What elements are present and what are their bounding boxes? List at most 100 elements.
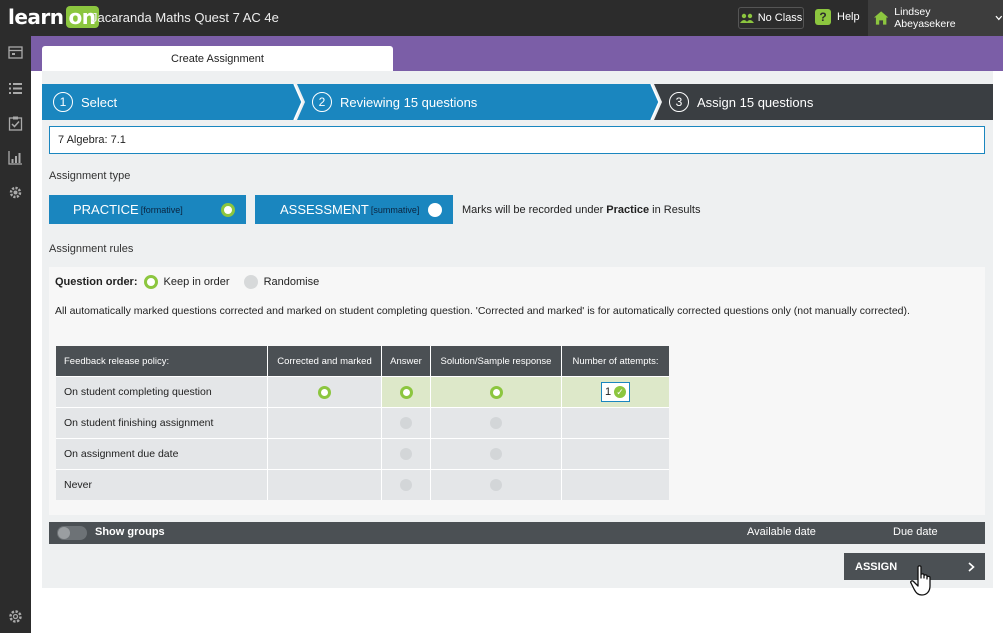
help-icon: ? [815, 9, 831, 25]
logo-learn-text: learn [8, 5, 64, 29]
step-progress: 1 Select 2 Reviewing 15 questions 3 Assi… [42, 84, 993, 120]
assessment-type-button[interactable]: ASSESSMENT [summative] [255, 195, 453, 224]
table-row: On student finishing assignment [56, 407, 669, 439]
attempts-cell [561, 438, 669, 470]
chevron-down-icon [995, 15, 1003, 21]
corrected-cell[interactable] [267, 376, 382, 408]
feedback-release-table: Feedback release policy: Corrected and m… [56, 346, 669, 500]
step-assign[interactable]: 3 Assign 15 questions [669, 84, 813, 120]
marks-note-prefix: Marks will be recorded under [462, 204, 604, 216]
toggle-knob [58, 527, 70, 539]
question-order-label: Question order: [55, 276, 138, 288]
row-label: Never [56, 469, 268, 500]
table-row: On assignment due date [56, 438, 669, 470]
selection-value: 7 Algebra: 7.1 [58, 134, 126, 146]
calendar-icon[interactable] [8, 45, 23, 60]
assign-label: ASSIGN [855, 560, 898, 573]
attempts-select[interactable]: 1 ✓ [600, 382, 631, 402]
checklist-icon[interactable] [8, 116, 23, 131]
group-people-icon [739, 13, 754, 23]
groups-bar: Show groups Available date Due date [49, 522, 985, 544]
tab-create-assignment[interactable]: Create Assignment [42, 46, 393, 71]
help-label: Help [837, 11, 860, 23]
solution-radio[interactable] [489, 385, 503, 399]
assignment-rules-heading: Assignment rules [49, 243, 134, 255]
table-row: On student completing question 1 ✓ [56, 376, 669, 408]
row-label: On student finishing assignment [56, 407, 268, 439]
assignment-rules-box: Question order: Keep in order Randomise … [49, 267, 985, 515]
corrected-radio[interactable] [318, 385, 331, 399]
attempts-cell [561, 407, 669, 439]
randomise-label[interactable]: Randomise [264, 276, 320, 288]
gear-icon[interactable] [8, 609, 23, 624]
due-date-header: Due date [893, 526, 938, 538]
no-class-button[interactable]: No Class [738, 7, 804, 29]
solution-radio[interactable] [490, 417, 502, 430]
assignment-type-heading: Assignment type [49, 170, 131, 182]
solution-radio[interactable] [490, 448, 502, 461]
attempts-cell[interactable]: 1 ✓ [561, 376, 669, 408]
answer-radio[interactable] [400, 479, 412, 492]
check-icon: ✓ [614, 386, 627, 398]
header-attempts: Number of attempts: [561, 346, 669, 377]
corrected-cell [267, 407, 382, 439]
show-groups-toggle[interactable] [57, 526, 87, 540]
header-answer: Answer [381, 346, 431, 377]
randomise-radio[interactable] [243, 275, 258, 289]
practice-type-button[interactable]: PRACTICE [formative] [49, 195, 246, 224]
app-title: Jacaranda Maths Quest 7 AC 4e [91, 10, 279, 25]
create-assignment-panel: 1 Select 2 Reviewing 15 questions 3 Assi… [42, 71, 993, 596]
top-bar: learn on Jacaranda Maths Quest 7 AC 4e N… [0, 0, 1003, 36]
assessment-radio[interactable] [428, 202, 442, 217]
show-groups-label: Show groups [95, 526, 165, 538]
step-3-number: 3 [669, 92, 689, 112]
solution-cell[interactable] [430, 469, 562, 500]
table-row: Never [56, 469, 669, 500]
solution-cell[interactable] [430, 438, 562, 470]
available-date-header: Available date [747, 526, 816, 538]
settings-cog-icon[interactable] [8, 185, 23, 200]
header-corrected-marked: Corrected and marked [267, 346, 382, 377]
step-2-label: Reviewing 15 questions [340, 94, 478, 110]
keep-in-order-label[interactable]: Keep in order [164, 276, 230, 288]
chart-icon[interactable] [8, 150, 23, 165]
step-select[interactable]: 1 Select [53, 84, 117, 120]
step-3-label: Assign 15 questions [697, 94, 814, 110]
header-solution: Solution/Sample response [430, 346, 562, 377]
hand-cursor-icon [910, 565, 931, 596]
marks-note-suffix: in Results [652, 204, 701, 216]
keep-in-order-radio[interactable] [143, 275, 158, 289]
table-header-row: Feedback release policy: Corrected and m… [56, 346, 669, 377]
header-feedback-policy: Feedback release policy: [56, 346, 268, 377]
answer-cell[interactable] [381, 407, 431, 439]
answer-cell[interactable] [381, 438, 431, 470]
answer-cell[interactable] [381, 469, 431, 500]
question-order-row: Question order: Keep in order Randomise [55, 275, 319, 289]
answer-cell[interactable] [381, 376, 431, 408]
home-icon [874, 11, 889, 25]
no-class-label: No Class [757, 12, 803, 24]
solution-cell[interactable] [430, 407, 562, 439]
list-icon[interactable] [8, 81, 23, 96]
row-label: On assignment due date [56, 438, 268, 470]
solution-radio[interactable] [490, 479, 502, 492]
marks-note-bold: Practice [606, 204, 650, 216]
corrected-cell [267, 469, 382, 500]
answer-radio[interactable] [399, 385, 413, 399]
corrected-cell [267, 438, 382, 470]
answer-radio[interactable] [400, 448, 412, 461]
step-1-label: Select [81, 94, 118, 110]
answer-radio[interactable] [400, 417, 412, 430]
help-button[interactable]: ? Help [815, 9, 860, 25]
practice-sub-label: [formative] [140, 204, 183, 215]
learnon-logo[interactable]: learn on [8, 5, 99, 29]
assign-button[interactable]: ASSIGN [844, 553, 985, 596]
row-label: On student completing question [56, 376, 268, 408]
selection-field[interactable]: 7 Algebra: 7.1 [49, 126, 985, 154]
solution-cell[interactable] [430, 376, 562, 408]
assessment-sub-label: [summative] [370, 204, 420, 215]
practice-radio[interactable] [221, 202, 235, 217]
user-menu[interactable]: Lindsey Abeyasekere [868, 0, 1003, 36]
left-sidebar [0, 36, 31, 633]
step-reviewing[interactable]: 2 Reviewing 15 questions [312, 84, 477, 120]
